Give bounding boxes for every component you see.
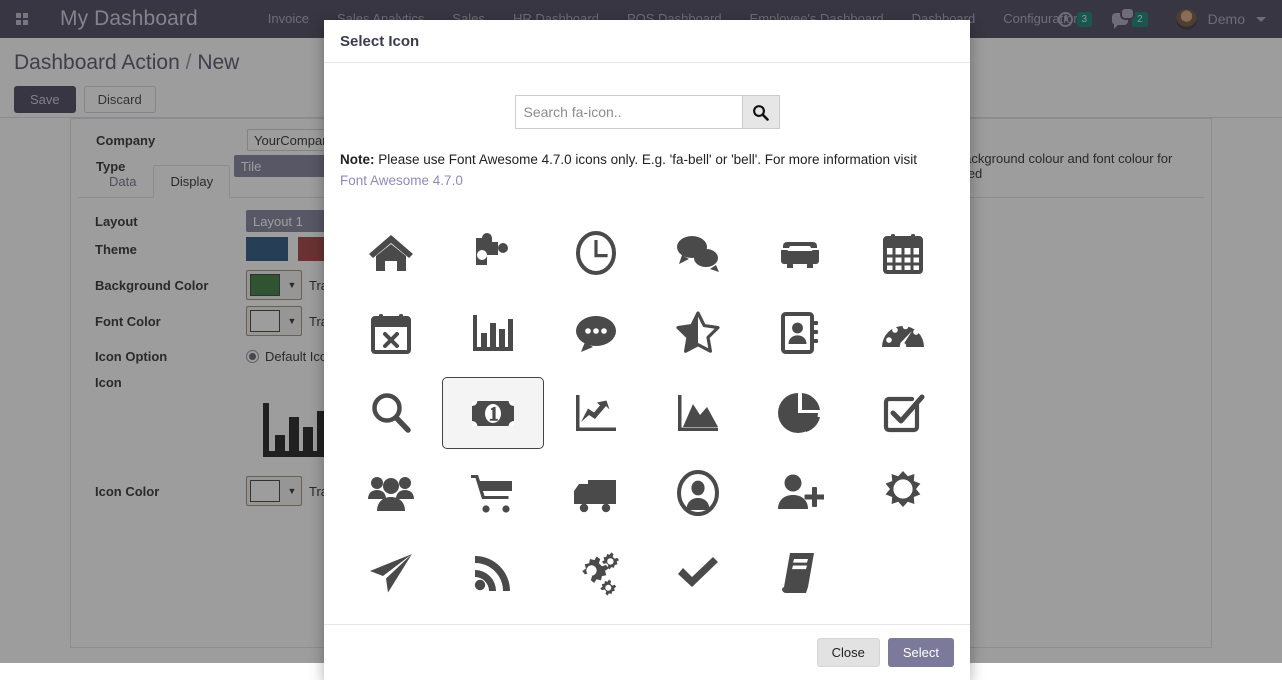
comments-icon — [677, 236, 720, 272]
dialog-body: Note: Please use Font Awesome 4.7.0 icon… — [324, 63, 970, 624]
search-icon — [753, 104, 769, 121]
shopping-cart-icon — [471, 475, 513, 513]
calendar-times-o-icon — [371, 314, 412, 354]
icon-cell-truck[interactable] — [545, 457, 647, 529]
icon-cell-user-circle[interactable] — [647, 457, 749, 529]
search-icon — [372, 393, 411, 433]
icon-cell-home[interactable] — [340, 217, 442, 289]
truck-icon — [573, 480, 616, 513]
icon-cell-car[interactable] — [749, 217, 851, 289]
dialog-header: Select Icon — [324, 20, 970, 63]
user-circle-icon — [677, 470, 720, 516]
user-plus-icon — [778, 474, 825, 509]
note-body: Please use Font Awesome 4.7.0 icons only… — [374, 152, 918, 167]
star-half-o-icon — [676, 311, 720, 353]
icon-cell-calendar[interactable] — [852, 217, 954, 289]
icon-cell-book[interactable] — [749, 537, 851, 609]
money-icon — [472, 401, 515, 426]
area-chart-icon — [678, 395, 719, 431]
search-input[interactable] — [514, 95, 743, 129]
calendar-icon — [882, 234, 923, 274]
icon-cell-money[interactable] — [442, 377, 545, 449]
check-icon — [678, 557, 719, 587]
icon-cell-users[interactable] — [340, 457, 442, 529]
icon-cell-calendar-times-o[interactable] — [340, 297, 442, 369]
address-book-icon — [781, 312, 819, 354]
paper-plane-icon — [370, 554, 413, 593]
icon-cell-puzzle-piece[interactable] — [442, 217, 544, 289]
rss-icon — [475, 556, 511, 591]
tachometer-icon — [881, 323, 924, 350]
icon-cell-address-book[interactable] — [749, 297, 851, 369]
car-icon — [781, 242, 820, 268]
puzzle-piece-icon — [476, 233, 509, 265]
users-icon — [368, 477, 415, 511]
icon-cell-paper-plane[interactable] — [340, 537, 442, 609]
search-button[interactable] — [742, 95, 780, 129]
note-bold-label: Note: — [340, 152, 375, 167]
book-icon — [782, 553, 815, 593]
note-text: Note: Please use Font Awesome 4.7.0 icon… — [340, 149, 954, 191]
icon-cell-pie-chart[interactable] — [749, 377, 851, 449]
icon-cell-cogs[interactable] — [545, 537, 647, 609]
icon-cell-sun-o[interactable] — [852, 457, 954, 529]
commenting-icon — [575, 316, 616, 352]
dialog-title: Select Icon — [340, 32, 420, 50]
icon-cell-shopping-cart[interactable] — [442, 457, 544, 529]
icon-cell-rss[interactable] — [442, 537, 544, 609]
icon-grid — [340, 217, 954, 609]
cogs-icon — [582, 552, 619, 596]
icon-cell-check[interactable] — [647, 537, 749, 609]
check-square-o-icon — [883, 394, 925, 433]
bar-chart-icon — [473, 315, 514, 351]
icon-cell-area-chart[interactable] — [647, 377, 749, 449]
icon-cell-clock-o[interactable] — [545, 217, 647, 289]
icon-cell-tachometer[interactable] — [852, 297, 954, 369]
dialog-footer: Close Select — [324, 624, 970, 680]
icon-cell-commenting[interactable] — [545, 297, 647, 369]
icon-cell-search[interactable] — [340, 377, 442, 449]
icon-cell-line-chart[interactable] — [545, 377, 647, 449]
icon-cell-comments[interactable] — [647, 217, 749, 289]
icon-cell-check-square-o[interactable] — [852, 377, 954, 449]
line-chart-icon — [575, 395, 616, 431]
home-icon — [369, 235, 414, 271]
search-area — [340, 63, 954, 129]
font-awesome-link[interactable]: Font Awesome 4.7.0 — [340, 173, 463, 188]
sun-o-icon — [885, 471, 921, 507]
clock-o-icon — [575, 231, 616, 275]
icon-cell-user-plus[interactable] — [749, 457, 851, 529]
select-icon-dialog: Select Icon Note: Please use Font Awesom… — [324, 20, 970, 680]
icon-cell-bar-chart[interactable] — [442, 297, 544, 369]
pie-chart-icon — [778, 393, 821, 433]
icon-cell-star-half-o[interactable] — [647, 297, 749, 369]
